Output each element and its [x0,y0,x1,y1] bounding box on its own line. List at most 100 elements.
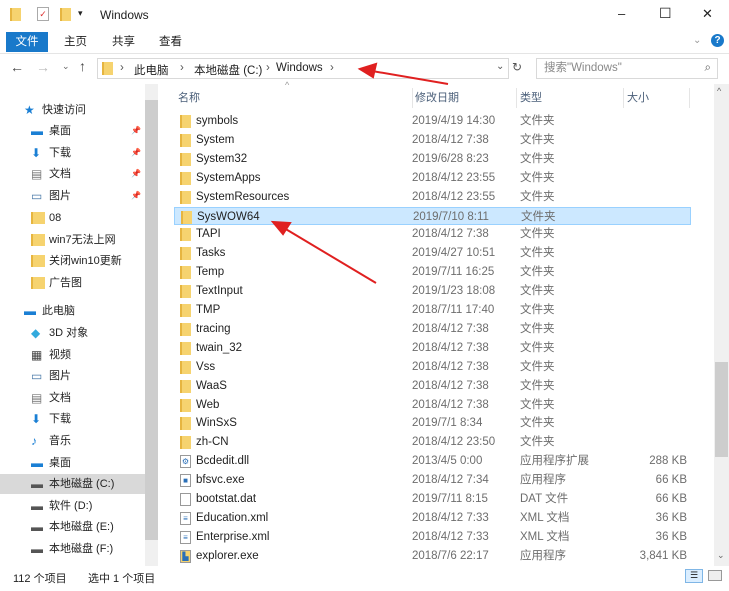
tab-home[interactable]: 主页 [56,32,95,52]
sidebar-item[interactable]: ▦ 视频 [0,345,145,365]
explorer-icon: ▙ [180,549,191,563]
file-row[interactable]: Vss 2018/4/12 7:38 文件夹 [174,358,691,376]
tab-share[interactable]: 共享 [104,32,143,52]
column-header-type[interactable]: 类型 [516,88,542,108]
sidebar-scrollbar[interactable] [145,84,158,566]
pin-icon[interactable]: 📌 [131,143,141,163]
sidebar-item[interactable]: 关闭win10更新 [0,251,145,271]
sidebar-item-label: 广告图 [49,276,82,289]
file-list-scrollbar[interactable]: ^ ⌄ [714,84,729,566]
column-header-name[interactable]: 名称 [178,88,200,108]
file-row[interactable]: Web 2018/4/12 7:38 文件夹 [174,396,691,414]
sidebar-item[interactable]: 08 [0,208,145,228]
sidebar-item[interactable]: ⬇ 下载 📌 [0,143,145,163]
file-size: 3,841 KB [639,549,687,562]
sidebar-item-label: 本地磁盘 (F:) [49,543,114,555]
expand-ribbon-icon[interactable]: ⌄ [693,35,701,46]
file-row[interactable]: zh-CN 2018/4/12 23:50 文件夹 [174,433,691,451]
file-row[interactable]: symbols 2019/4/19 14:30 文件夹 [174,112,691,130]
forward-button[interactable]: → [36,59,50,75]
file-name: Enterprise.xml [196,530,270,543]
sidebar-item[interactable]: ▤ 文档 📌 [0,164,145,184]
address-dropdown-icon[interactable]: ⌄ [496,61,504,72]
file-row[interactable]: Tasks 2019/4/27 10:51 文件夹 [174,244,691,262]
scroll-up-icon[interactable]: ^ [717,86,721,96]
file-row[interactable]: Temp 2019/7/11 16:25 文件夹 [174,263,691,281]
sidebar-scrollbar-thumb[interactable] [145,100,158,540]
sidebar-item[interactable]: ♪ 音乐 [0,431,145,451]
file-row[interactable]: SystemResources 2018/4/12 23:55 文件夹 [174,188,691,206]
file-row[interactable]: ▙ explorer.exe 2018/7/6 22:17 应用程序 3,841 KB [174,547,691,565]
sidebar-item-label: 08 [49,211,62,224]
column-header-size[interactable]: 大小 [623,88,690,108]
minimize-button[interactable]: – [618,6,625,21]
folder-icon [180,190,191,204]
pin-icon[interactable]: 📌 [131,164,141,184]
breadcrumb-windows[interactable]: Windows [276,62,323,74]
file-row[interactable]: ■ bfsvc.exe 2018/4/12 7:34 应用程序 66 KB [174,471,691,489]
address-bar[interactable]: › 此电脑 › 本地磁盘 (C:) › Windows › ⌄ [97,58,509,79]
selection-count: 选中 1 个项目 [88,573,156,585]
sidebar-item[interactable]: ★ 快速访问 [0,100,145,120]
file-name: Vss [196,360,216,373]
file-name: Bcdedit.dll [196,455,250,468]
file-row[interactable]: WaaS 2018/4/12 7:38 文件夹 [174,377,691,395]
file-list-scrollbar-thumb[interactable] [715,362,728,457]
sidebar-item[interactable]: ▬ 软件 (D:) [0,496,145,516]
breadcrumb-this-pc[interactable]: 此电脑 [134,62,169,78]
file-row[interactable]: System 2018/4/12 7:38 文件夹 [174,131,691,149]
file-row[interactable]: TextInput 2019/1/23 18:08 文件夹 [174,282,691,300]
file-row[interactable]: SystemApps 2018/4/12 23:55 文件夹 [174,169,691,187]
file-row[interactable]: SysWOW64 2019/7/10 8:11 文件夹 [174,206,691,225]
pin-icon[interactable]: 📌 [131,121,141,141]
sidebar-item[interactable]: ⬇ 下载 [0,409,145,429]
sidebar-item[interactable]: ▬ 桌面 [0,453,145,473]
file-date: 2019/4/19 14:30 [412,115,496,127]
maximize-button[interactable]: ☐ [659,5,672,22]
folder-icon [180,285,191,299]
properties-icon[interactable]: ✓ [37,7,49,21]
xml-icon: ≡ [180,511,191,525]
file-row[interactable]: WinSxS 2019/7/1 8:34 文件夹 [174,414,691,432]
file-row[interactable]: ≡ Enterprise.xml 2018/4/12 7:33 XML 文档 36 KB [174,528,691,546]
up-button[interactable]: ↑ [79,58,86,74]
file-row[interactable]: tracing 2018/4/12 7:38 文件夹 [174,320,691,338]
sidebar-item[interactable]: ▤ 文档 [0,388,145,408]
sidebar-item[interactable]: ▬ 桌面 📌 [0,121,145,141]
back-button[interactable]: ← [10,59,24,75]
new-folder-icon[interactable] [60,8,71,21]
scroll-down-icon[interactable]: ⌄ [717,550,725,561]
file-row[interactable]: ⚙ Bcdedit.dll 2013/4/5 0:00 应用程序扩展 288 KB [174,452,691,470]
sidebar-item[interactable]: 广告图 [0,273,145,293]
details-view-button[interactable]: ☰ [685,569,703,583]
sidebar-item[interactable]: ▬ 本地磁盘 (E:) [0,517,145,537]
customize-toolbar-icon[interactable]: ▾ [78,8,83,19]
large-icons-view-button[interactable] [708,570,722,581]
refresh-icon[interactable]: ↻ [512,60,522,74]
sidebar-item[interactable]: ▭ 图片 📌 [0,186,145,206]
pin-icon[interactable]: 📌 [131,186,141,206]
search-placeholder: 搜索"Windows" [544,62,622,74]
file-row[interactable]: System32 2019/6/28 8:23 文件夹 [174,150,691,168]
recent-locations-icon[interactable]: ⌄ [62,61,70,72]
column-header-date[interactable]: 修改日期 [412,88,459,108]
help-icon[interactable]: ? [711,34,724,47]
sidebar-item[interactable]: ▬ 此电脑 [0,301,145,321]
breadcrumb-drive-c[interactable]: 本地磁盘 (C:) [194,62,262,78]
file-row[interactable]: TAPI 2018/4/12 7:38 文件夹 [174,225,691,243]
sidebar-item[interactable]: win7无法上网 [0,230,145,250]
file-date: 2018/4/12 7:33 [412,511,489,524]
file-row[interactable]: twain_32 2018/4/12 7:38 文件夹 [174,339,691,357]
search-input[interactable]: 搜索"Windows" ⌕ [536,58,718,79]
close-button[interactable]: ✕ [702,6,713,22]
file-row[interactable]: bootstat.dat 2019/7/11 8:15 DAT 文件 66 KB [174,490,691,508]
file-row[interactable]: ≡ Education.xml 2018/4/12 7:33 XML 文档 36 KB [174,509,691,527]
file-row[interactable]: TMP 2018/7/11 17:40 文件夹 [174,301,691,319]
sidebar-item[interactable]: ▭ 图片 [0,366,145,386]
file-name: WinSxS [196,417,237,430]
tab-view[interactable]: 查看 [151,32,190,52]
sidebar-item[interactable]: ▬ 本地磁盘 (C:) [0,474,145,495]
sidebar-item[interactable]: ◆ 3D 对象 [0,323,145,343]
tab-file[interactable]: 文件 [6,32,48,52]
sidebar-item[interactable]: ▬ 本地磁盘 (F:) [0,539,145,559]
